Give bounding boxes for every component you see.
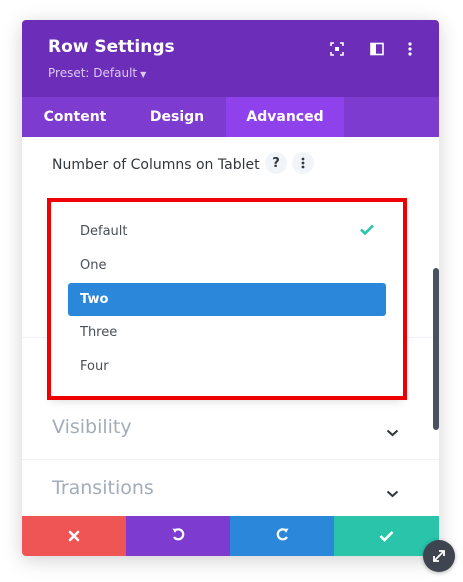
chevron-down-icon [386,483,399,502]
preset-label: Preset: Default [48,66,138,80]
section-transitions[interactable]: Transitions [22,461,439,521]
page: Row Settings Preset: Default ▼ Content D… [0,0,463,582]
option-default[interactable]: Default [68,215,386,248]
modal-header: Row Settings Preset: Default ▼ [22,20,439,97]
section-visibility[interactable]: Visibility [22,400,439,460]
settings-content: Number of Columns on Tablet ? Default On… [22,137,439,517]
tab-advanced[interactable]: Advanced [226,97,344,137]
modal-title: Row Settings [48,37,175,57]
tab-design[interactable]: Design [128,97,226,137]
check-icon [379,527,394,546]
undo-button[interactable] [126,516,230,556]
help-icon[interactable]: ? [265,152,287,174]
tab-bar: Content Design Advanced [22,97,439,137]
option-label: Four [80,359,109,374]
expand-icon[interactable] [326,38,348,60]
option-two[interactable]: Two [68,283,386,316]
columns-dropdown[interactable]: Default One Two Three Four [51,201,403,397]
option-label: One [80,258,107,273]
divider [22,459,439,460]
redo-icon [275,527,290,546]
cancel-button[interactable] [22,516,126,556]
option-label: Default [80,224,128,239]
redo-button[interactable] [230,516,334,556]
resize-handle-icon[interactable] [423,540,455,572]
option-four[interactable]: Four [68,350,386,383]
columns-tablet-label: Number of Columns on Tablet [52,157,260,173]
option-label: Two [80,292,109,307]
row-settings-modal: Row Settings Preset: Default ▼ Content D… [22,20,439,556]
option-three[interactable]: Three [68,316,386,349]
more-vertical-icon[interactable] [399,38,421,60]
modal-footer [22,516,439,556]
option-one[interactable]: One [68,249,386,282]
scrollbar[interactable] [433,268,439,430]
sidebar-layout-icon[interactable] [366,38,388,60]
section-title: Visibility [52,416,132,438]
chevron-down-icon [386,422,399,441]
caret-down-icon: ▼ [140,70,147,79]
preset-selector[interactable]: Preset: Default ▼ [48,66,146,80]
more-options-icon[interactable] [292,152,314,174]
section-title: Transitions [52,477,154,499]
checkmark-icon [360,224,374,239]
option-label: Three [80,325,118,340]
close-icon [68,527,80,546]
undo-icon [171,527,186,546]
tab-content[interactable]: Content [22,97,128,137]
